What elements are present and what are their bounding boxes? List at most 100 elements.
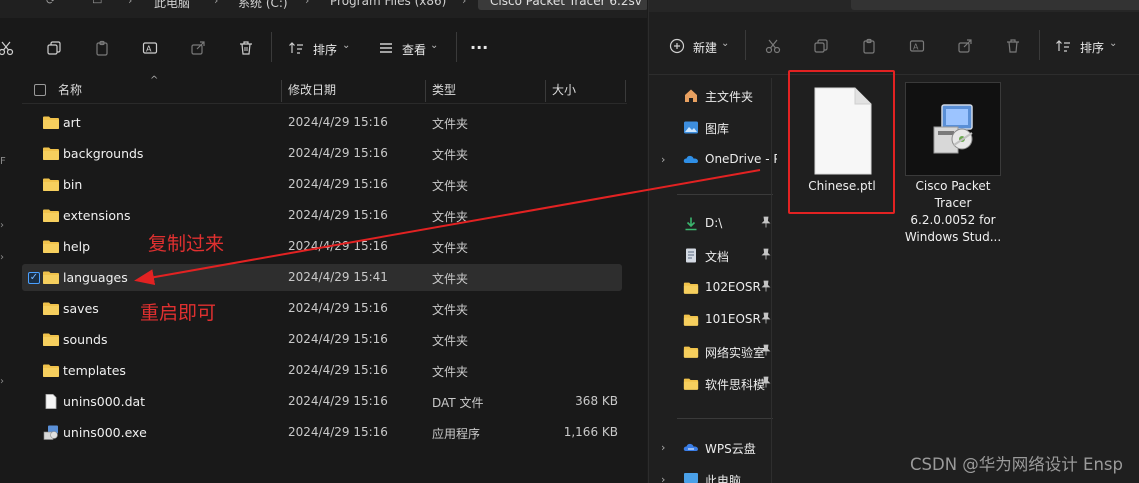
- file-row[interactable]: ✓ languages 2024/4/29 15:41 文件夹: [22, 264, 622, 291]
- copy-icon[interactable]: [811, 36, 831, 56]
- sort-icon[interactable]: [286, 38, 306, 58]
- cut-icon[interactable]: [763, 36, 783, 56]
- more-options-icon[interactable]: ···: [470, 38, 488, 57]
- sort-icon[interactable]: [1053, 36, 1073, 56]
- chevron-right-icon[interactable]: ›: [661, 473, 665, 483]
- file-row[interactable]: backgrounds 2024/4/29 15:16 文件夹: [22, 140, 622, 167]
- pin-icon[interactable]: [761, 312, 771, 327]
- right-address-field[interactable]: [851, 0, 1139, 10]
- nav-item[interactable]: 主文件夹: [649, 82, 777, 110]
- file-date: 2024/4/29 15:16: [288, 332, 388, 346]
- row-checkbox[interactable]: ✓: [28, 272, 40, 284]
- file-row[interactable]: bin 2024/4/29 15:16 文件夹: [22, 171, 622, 198]
- right-address-bar[interactable]: [649, 0, 1139, 12]
- file-row[interactable]: extensions 2024/4/29 15:16 文件夹: [22, 202, 622, 229]
- view-button[interactable]: 查看: [402, 41, 426, 58]
- refresh-icon[interactable]: ⟳: [46, 0, 55, 7]
- pin-icon[interactable]: [761, 376, 771, 391]
- share-icon[interactable]: [188, 38, 208, 58]
- nav-item-label: OneDrive - P: [705, 152, 777, 166]
- file-row[interactable]: templates 2024/4/29 15:16 文件夹: [22, 357, 622, 384]
- view-icon[interactable]: [376, 38, 396, 58]
- file-name: sounds: [63, 332, 108, 347]
- column-header-name[interactable]: 名称: [58, 76, 82, 104]
- column-divider[interactable]: [545, 80, 546, 102]
- column-header-date[interactable]: 修改日期: [288, 76, 336, 104]
- copy-icon[interactable]: [44, 38, 64, 58]
- row-checkbox[interactable]: [28, 427, 40, 439]
- breadcrumb-program-files[interactable]: Program Files (x86): [330, 0, 446, 8]
- breadcrumb-this-pc[interactable]: 此电脑: [154, 0, 190, 11]
- address-bar[interactable]: ⟳ ▭ › 此电脑 › 系统 (C:) › Program Files (x86…: [0, 0, 647, 18]
- pin-icon[interactable]: [761, 344, 771, 359]
- row-checkbox[interactable]: [28, 148, 40, 160]
- select-all-checkbox[interactable]: [34, 84, 46, 96]
- nav-item[interactable]: › WPS云盘: [649, 434, 777, 462]
- clipped-chevron-icon: ›: [0, 252, 4, 263]
- row-checkbox[interactable]: [28, 210, 40, 222]
- paste-icon[interactable]: [92, 38, 112, 58]
- clipped-chevron-icon: ›: [0, 220, 4, 231]
- nav-item[interactable]: 101EOSR: [649, 306, 777, 334]
- delete-icon[interactable]: [236, 38, 256, 58]
- nav-item[interactable]: › OneDrive - P: [649, 146, 777, 174]
- file-type: 文件夹: [432, 179, 469, 193]
- chevron-right-icon[interactable]: ›: [661, 153, 665, 166]
- nav-item[interactable]: 文档: [649, 242, 777, 270]
- pc-icon: [683, 472, 699, 483]
- pin-icon[interactable]: [761, 216, 771, 231]
- chevron-down-icon[interactable]: ⌄: [1109, 38, 1117, 49]
- right-explorer-window: 新建 ⌄ A 排序 ⌄ 主文件夹图库 › OneDrive - P D:\ 文档 102E…: [648, 0, 1139, 483]
- nav-item[interactable]: 软件思科模: [649, 370, 777, 398]
- delete-icon[interactable]: [1003, 36, 1023, 56]
- row-checkbox[interactable]: [28, 365, 40, 377]
- sort-button[interactable]: 排序: [313, 41, 337, 58]
- row-checkbox[interactable]: [28, 117, 40, 129]
- file-name: extensions: [63, 208, 131, 223]
- new-plus-icon[interactable]: [667, 36, 687, 56]
- paste-icon[interactable]: [859, 36, 879, 56]
- nav-item[interactable]: 图库: [649, 114, 777, 142]
- nav-item[interactable]: › 此电脑: [649, 466, 777, 483]
- breadcrumb-drive-c[interactable]: 系统 (C:): [238, 0, 288, 11]
- column-header-size[interactable]: 大小: [552, 76, 576, 104]
- breadcrumb-current-folder[interactable]: Cisco Packet Tracer 6.2sv: [478, 0, 647, 10]
- nav-item[interactable]: 网络实验室: [649, 338, 777, 366]
- column-header-type[interactable]: 类型: [432, 76, 456, 104]
- clipped-chevron-icon: ›: [0, 376, 4, 387]
- file-tile-cisco-installer[interactable]: Cisco Packet Tracer 6.2.0.0052 for Windo…: [904, 82, 1002, 246]
- pin-icon[interactable]: [761, 280, 771, 295]
- column-divider[interactable]: [425, 80, 426, 102]
- red-highlight-box: [788, 70, 895, 214]
- file-row[interactable]: sounds 2024/4/29 15:16 文件夹: [22, 326, 622, 353]
- column-divider[interactable]: [625, 80, 626, 102]
- chevron-down-icon[interactable]: ⌄: [430, 40, 438, 51]
- pc-icon: ▭: [92, 0, 103, 7]
- chevron-down-icon[interactable]: ⌄: [342, 40, 350, 51]
- chevron-right-icon[interactable]: ›: [661, 441, 665, 454]
- file-row[interactable]: unins000.dat 2024/4/29 15:16 DAT 文件 368 KB: [22, 388, 622, 415]
- row-checkbox[interactable]: [28, 303, 40, 315]
- file-row[interactable]: help 2024/4/29 15:16 文件夹: [22, 233, 622, 260]
- row-checkbox[interactable]: [28, 334, 40, 346]
- chevron-down-icon[interactable]: ⌄: [721, 38, 729, 49]
- row-checkbox[interactable]: [28, 241, 40, 253]
- file-type: 文件夹: [432, 148, 469, 162]
- column-divider[interactable]: [281, 80, 282, 102]
- new-button[interactable]: 新建: [693, 39, 717, 56]
- nav-item[interactable]: D:\: [649, 210, 777, 238]
- file-name: help: [63, 239, 91, 254]
- pane-divider[interactable]: [771, 78, 772, 483]
- nav-item[interactable]: 102EOSR: [649, 274, 777, 302]
- file-row[interactable]: saves 2024/4/29 15:16 文件夹: [22, 295, 622, 322]
- file-row[interactable]: unins000.exe 2024/4/29 15:16 应用程序 1,166 KB: [22, 419, 622, 446]
- cut-icon[interactable]: [0, 38, 16, 58]
- row-checkbox[interactable]: [28, 179, 40, 191]
- rename-icon[interactable]: A: [907, 36, 927, 56]
- sort-button[interactable]: 排序: [1080, 39, 1104, 56]
- share-icon[interactable]: [955, 36, 975, 56]
- pin-icon[interactable]: [761, 248, 771, 263]
- row-checkbox[interactable]: [28, 396, 40, 408]
- rename-icon[interactable]: A: [140, 38, 160, 58]
- file-row[interactable]: art 2024/4/29 15:16 文件夹: [22, 109, 622, 136]
